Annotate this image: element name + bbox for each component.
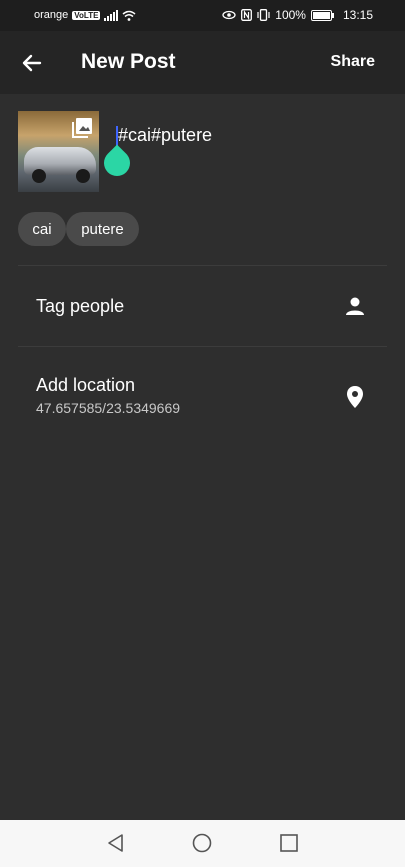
gallery-icon[interactable] (71, 117, 93, 139)
car-wheel-front (32, 169, 46, 183)
status-bar: orange VoLTE 100% 13:15 (0, 0, 405, 31)
home-circle-icon[interactable] (192, 833, 212, 853)
volte-badge: VoLTE (72, 10, 101, 20)
caption-input[interactable]: #cai#putere (118, 125, 212, 146)
back-button[interactable] (18, 49, 46, 77)
tag-chip-putere[interactable]: putere (66, 212, 139, 246)
post-image-thumbnail[interactable] (18, 111, 99, 192)
cursor-handle[interactable] (98, 144, 136, 182)
recents-square-icon[interactable] (279, 833, 299, 853)
arrow-back-icon (22, 54, 42, 72)
battery-icon (310, 9, 334, 21)
page-title: New Post (81, 50, 176, 73)
tag-people-label: Tag people (36, 296, 125, 316)
vibrate-icon (257, 9, 270, 21)
carrier-name: orange (34, 9, 69, 21)
back-triangle-icon[interactable] (106, 833, 126, 853)
clock: 13:15 (342, 8, 373, 22)
person-icon (346, 297, 364, 315)
system-nav-bar (0, 820, 405, 867)
share-button[interactable]: Share (331, 53, 375, 71)
signal-icon (104, 9, 119, 21)
tag-chip-cai[interactable]: cai (18, 212, 66, 246)
car-wheel-rear (76, 169, 90, 183)
status-right: 100% 13:15 (222, 8, 373, 22)
app-bar: New Post Share (0, 31, 405, 94)
location-coordinates: 47.657585/23.5349669 (36, 400, 181, 416)
add-location-label: Add location (36, 375, 136, 395)
wifi-icon (122, 10, 136, 21)
status-left: orange VoLTE (34, 9, 136, 21)
location-pin-icon (347, 386, 363, 408)
nfc-icon (241, 9, 253, 21)
eye-icon (222, 10, 236, 20)
battery-percent: 100% (275, 8, 306, 22)
